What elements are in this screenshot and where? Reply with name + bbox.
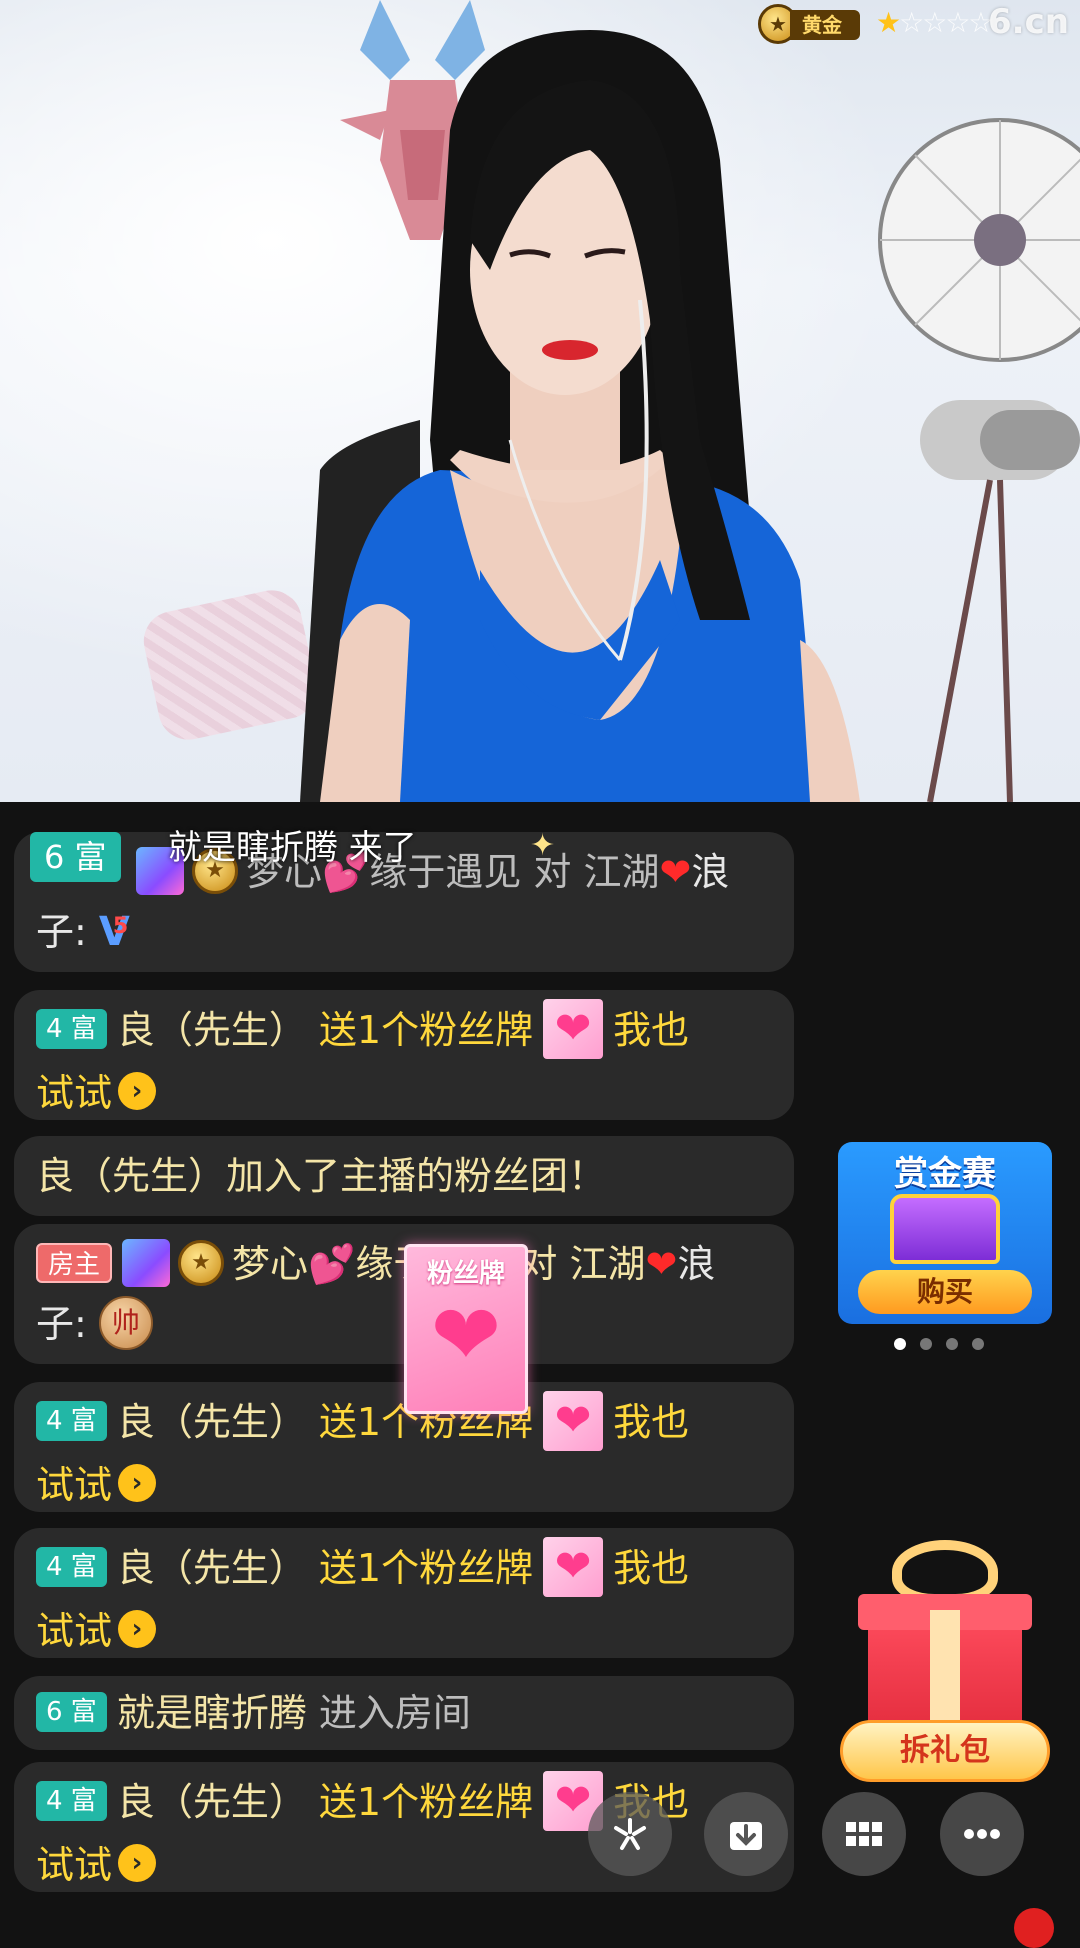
rich-level-badge: 4 富 [36, 1780, 107, 1821]
message-text: 浪 [677, 1242, 716, 1286]
level-badge: ★ 黄金 ★☆☆☆☆ 6.cn [758, 2, 1072, 44]
user-name: 良（先生） [116, 1008, 307, 1052]
carousel-dot[interactable] [946, 1338, 958, 1350]
gift-action: 送1个粉丝牌 [318, 1546, 534, 1590]
download-icon [730, 1822, 762, 1850]
chat-message[interactable]: 6 富就是瞎折腾 进入房间 [14, 1676, 794, 1750]
heart-icon: ❤ [430, 1286, 502, 1384]
carousel-dots [894, 1338, 984, 1350]
fan-card-title: 粉丝牌 [426, 1259, 505, 1289]
bounty-title: 赏金赛 [894, 1154, 996, 1194]
bounty-contest-banner[interactable]: 赏金赛 购买 [838, 1142, 1052, 1324]
message-text: 浪 [691, 850, 730, 894]
carousel-dot[interactable] [894, 1338, 906, 1350]
site-logo: 6.cn [988, 2, 1069, 42]
download-button[interactable] [704, 1792, 788, 1876]
chat-message[interactable]: 4 富良（先生） 送1个粉丝牌❤我也 试试› [14, 990, 794, 1120]
gift-pack[interactable]: 拆礼包 [838, 1540, 1052, 1790]
fan-badge-gift-icon: ❤ [543, 998, 604, 1059]
entry-banner: 6 富 就是瞎折腾 来了 ✦ [30, 828, 555, 884]
follow-text: 试试 [36, 1842, 113, 1887]
user-name: 良（先生） [116, 1546, 307, 1590]
arrow-right-icon[interactable]: › [118, 1464, 157, 1502]
host-badge: 房主 [36, 1242, 113, 1283]
share-icon [614, 1818, 646, 1850]
arrow-right-icon[interactable]: › [118, 1610, 157, 1648]
live-video[interactable]: ★ 黄金 ★☆☆☆☆ 6.cn [0, 0, 1080, 802]
message-text: 子: [36, 910, 87, 954]
chat-message[interactable]: 4 富良（先生） 送1个粉丝牌❤我也 试试› [14, 1528, 794, 1658]
arrow-right-icon[interactable]: › [118, 1072, 157, 1110]
system-message: 良（先生）加入了主播的粉丝团！ [14, 1136, 794, 1216]
entry-text: 就是瞎折腾 来了 [168, 828, 417, 868]
fan-badge-gift-icon: ❤ [543, 1536, 604, 1597]
message-text: 子: [36, 1302, 87, 1346]
gold-medal-icon: ★ [178, 1239, 225, 1286]
rich-level-badge: 6 富 [30, 832, 121, 882]
follow-text: 试试 [36, 1462, 113, 1507]
level-label: 黄金 [790, 10, 860, 40]
rich-level-badge: 6 富 [36, 1691, 107, 1732]
user-name: 良（先生） [116, 1780, 307, 1824]
gift-action: 送1个粉丝牌 [318, 1780, 534, 1824]
level-stars: ★☆☆☆☆ [876, 6, 994, 39]
heart-icon: ❤ [659, 850, 692, 894]
vip-v5-icon: V5 [98, 909, 130, 955]
fan-badge-gift-animation: 粉丝牌 ❤ [404, 1244, 528, 1414]
chat-message[interactable]: 4 富良（先生） 送1个粉丝牌❤我也 试试› [14, 1762, 794, 1892]
user-name: 良（先生） [116, 1400, 307, 1444]
notification-dot [1014, 1908, 1054, 1948]
apps-button[interactable] [822, 1792, 906, 1876]
user-name: 就是瞎折腾 [116, 1691, 307, 1735]
fan-badge-gift-icon: ❤ [543, 1390, 604, 1451]
enter-room-text: 进入房间 [318, 1691, 471, 1735]
follow-text: 我也 [613, 1546, 690, 1590]
heart-icon: ❤ [645, 1242, 678, 1286]
more-button[interactable] [940, 1792, 1024, 1876]
rich-level-badge: 4 富 [36, 1546, 107, 1587]
follow-text: 我也 [613, 1400, 690, 1444]
grid-icon [846, 1822, 882, 1846]
gift-action: 送1个粉丝牌 [318, 1008, 534, 1052]
arrow-right-icon[interactable]: › [118, 1844, 157, 1882]
follow-text: 试试 [36, 1608, 113, 1653]
rich-level-badge: 4 富 [36, 1400, 107, 1441]
follow-text: 试试 [36, 1070, 113, 1115]
treasure-chest-icon [890, 1194, 1000, 1264]
carousel-dot[interactable] [972, 1338, 984, 1350]
follow-text: 我也 [613, 1008, 690, 1052]
share-button[interactable] [588, 1792, 672, 1876]
more-icon [964, 1829, 1000, 1839]
carousel-dot[interactable] [920, 1338, 932, 1350]
system-text: 良（先生）加入了主播的粉丝团！ [36, 1154, 607, 1198]
commander-chess-icon: 帅 [98, 1295, 153, 1350]
open-gift-button[interactable]: 拆礼包 [840, 1720, 1050, 1782]
streamer [300, 30, 860, 802]
user-avatar [122, 1238, 171, 1287]
buy-button[interactable]: 购买 [858, 1270, 1032, 1314]
sparkle-icon: ✦ [530, 828, 556, 863]
rich-level-badge: 4 富 [36, 1008, 107, 1049]
